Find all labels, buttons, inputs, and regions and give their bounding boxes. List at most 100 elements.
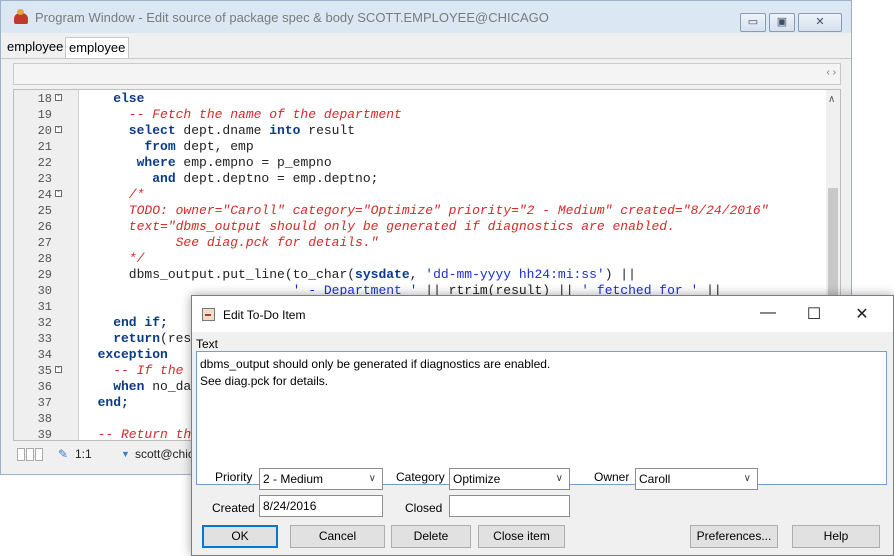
- code-line[interactable]: 28 */: [14, 251, 829, 267]
- scroll-arrows-icon[interactable]: ‹ ›: [827, 67, 836, 78]
- code-token: when: [82, 379, 153, 394]
- todo-text-line: dbms_output should only be generated if …: [200, 357, 551, 371]
- close-item-button[interactable]: Close item: [478, 525, 565, 548]
- line-number: 30: [37, 284, 52, 298]
- code-text: text="dbms_output should only be generat…: [82, 219, 675, 235]
- priority-select[interactable]: 2 - Medium ∨: [259, 468, 383, 490]
- code-text: dbms_output.put_line(to_char(sysdate, 'd…: [82, 267, 636, 283]
- created-field[interactable]: 8/24/2016: [259, 495, 383, 517]
- code-token: text="dbms_output should only be generat…: [82, 219, 675, 234]
- code-text: return(res: [82, 331, 191, 347]
- line-number: 22: [37, 156, 52, 170]
- fold-toggle-icon[interactable]: -: [55, 94, 62, 101]
- code-line[interactable]: 19 -- Fetch the name of the department: [14, 107, 829, 123]
- line-number: 38: [37, 412, 52, 426]
- code-line[interactable]: 26 text="dbms_output should only be gene…: [14, 219, 829, 235]
- dialog-close-button[interactable]: ✕: [842, 304, 882, 324]
- todo-icon: [202, 308, 215, 321]
- code-token: (res: [160, 331, 192, 346]
- code-token: where: [82, 155, 184, 170]
- code-token: from: [82, 139, 184, 154]
- code-line[interactable]: 29 dbms_output.put_line(to_char(sysdate,…: [14, 267, 829, 283]
- fold-toggle-icon[interactable]: -: [55, 366, 62, 373]
- owner-select[interactable]: Caroll ∨: [635, 468, 758, 490]
- code-text: where emp.empno = p_empno: [82, 155, 332, 171]
- help-button[interactable]: Help: [792, 525, 880, 548]
- cancel-button[interactable]: Cancel: [290, 525, 385, 548]
- owner-label: Owner: [594, 470, 630, 484]
- scroll-up-icon[interactable]: ∧: [828, 94, 835, 105]
- code-token: return: [82, 331, 161, 346]
- pin-icon: ✎: [58, 447, 69, 461]
- code-text: select dept.dname into result: [82, 123, 355, 139]
- closed-field[interactable]: [449, 495, 570, 517]
- code-token: else: [82, 91, 145, 106]
- code-token: -- If the: [82, 363, 184, 378]
- code-text: end if;: [82, 315, 168, 331]
- dialog-minimize-button[interactable]: —: [748, 304, 788, 322]
- ok-button[interactable]: OK: [202, 525, 278, 548]
- code-line[interactable]: 27 See diag.pck for details.": [14, 235, 829, 251]
- line-number: 34: [37, 348, 52, 362]
- program-window-titlebar[interactable]: Program Window - Edit source of package …: [1, 1, 851, 33]
- chevron-down-icon: ∨: [368, 473, 376, 484]
- line-number: 24: [37, 188, 52, 202]
- created-label: Created: [212, 501, 255, 515]
- line-number: 21: [37, 140, 52, 154]
- code-text: and dept.deptno = emp.deptno;: [82, 171, 378, 187]
- code-line[interactable]: 24- /*: [14, 187, 829, 203]
- line-number: 26: [37, 220, 52, 234]
- code-text: -- Fetch the name of the department: [82, 107, 402, 123]
- code-text: /*: [82, 187, 145, 203]
- code-token: dept.deptno = emp.deptno;: [183, 171, 379, 186]
- connection-label[interactable]: scott@chic: [135, 447, 194, 461]
- code-line[interactable]: 20- select dept.dname into result: [14, 123, 829, 139]
- program-window-title: Program Window - Edit source of package …: [35, 10, 549, 25]
- code-token: dept, emp: [183, 139, 254, 154]
- cursor-position: 1:1: [75, 447, 92, 461]
- code-token: dbms_output.put_line(to_char(: [82, 267, 356, 282]
- edit-todo-dialog: Edit To-Do Item — ☐ ✕ Text dbms_output s…: [191, 295, 894, 556]
- line-number: 19: [37, 108, 52, 122]
- line-number: 25: [37, 204, 52, 218]
- code-token: and: [82, 171, 184, 186]
- close-button[interactable]: ✕: [798, 13, 842, 32]
- status-indicator: [35, 448, 43, 461]
- delete-button[interactable]: Delete: [391, 525, 471, 548]
- preferences-button[interactable]: Preferences...: [690, 525, 778, 548]
- code-token: sysdate: [355, 267, 410, 282]
- line-number: 18: [37, 92, 52, 106]
- dialog-maximize-button[interactable]: ☐: [794, 304, 834, 324]
- line-number: 20: [37, 124, 52, 138]
- code-token: */: [82, 251, 145, 266]
- code-token: emp.empno = p_empno: [183, 155, 332, 170]
- fold-toggle-icon[interactable]: -: [55, 190, 62, 197]
- code-line[interactable]: 23 and dept.deptno = emp.deptno;: [14, 171, 829, 187]
- dialog-titlebar[interactable]: Edit To-Do Item — ☐ ✕: [192, 296, 893, 332]
- line-number: 39: [37, 428, 52, 441]
- code-text: See diag.pck for details.": [82, 235, 379, 251]
- minimize-button[interactable]: ▭: [740, 13, 766, 32]
- code-line[interactable]: 21 from dept, emp: [14, 139, 829, 155]
- text-label: Text: [196, 337, 219, 351]
- maximize-button[interactable]: ▣: [769, 13, 795, 32]
- tab-employee-body[interactable]: employee: [65, 37, 130, 58]
- category-select[interactable]: Optimize ∨: [449, 468, 570, 490]
- scrollbar-thumb[interactable]: [828, 188, 838, 308]
- line-number: 23: [37, 172, 52, 186]
- code-line[interactable]: 25 TODO: owner="Caroll" category="Optimi…: [14, 203, 829, 219]
- code-token: result: [308, 123, 356, 138]
- code-token: See diag.pck for details.": [82, 235, 379, 250]
- code-line[interactable]: 18- else: [14, 91, 829, 107]
- code-text: when no_da: [82, 379, 191, 395]
- owner-value: Caroll: [639, 472, 671, 486]
- code-line[interactable]: 22 where emp.empno = p_empno: [14, 155, 829, 171]
- code-text: -- If the: [82, 363, 183, 379]
- todo-text-area[interactable]: dbms_output should only be generated if …: [196, 351, 887, 485]
- tab-employee-spec[interactable]: employee: [4, 37, 66, 58]
- category-label: Category: [396, 470, 445, 484]
- connection-dropdown-icon[interactable]: ▼: [121, 449, 130, 459]
- code-token: dept.dname: [183, 123, 270, 138]
- code-text: end;: [82, 395, 129, 411]
- fold-toggle-icon[interactable]: -: [55, 126, 62, 133]
